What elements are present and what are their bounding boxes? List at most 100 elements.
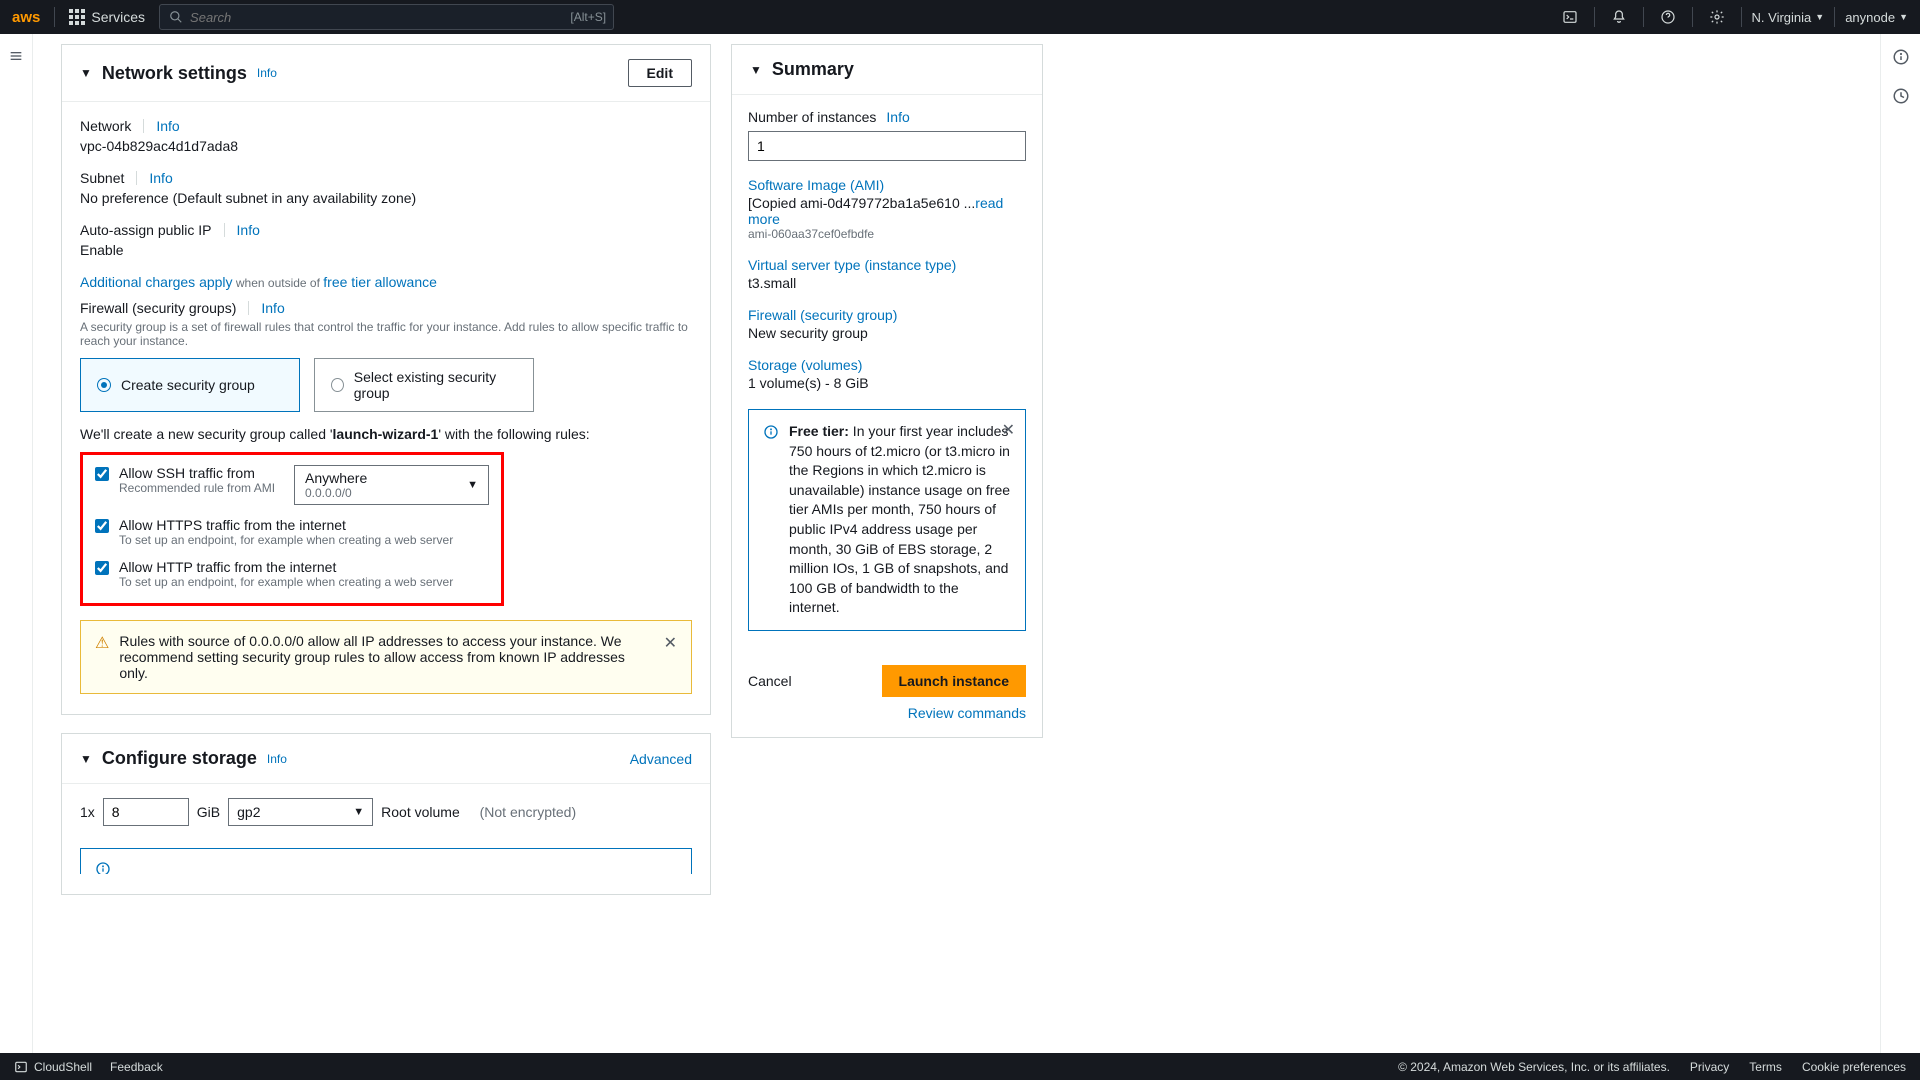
services-menu[interactable]: Services xyxy=(69,9,145,25)
freetier-text: In your first year includes 750 hours of… xyxy=(789,423,1010,615)
info-rail-icon[interactable] xyxy=(1892,48,1910,69)
search-shortcut: [Alt+S] xyxy=(570,10,606,24)
cancel-button[interactable]: Cancel xyxy=(748,673,792,689)
privacy-link[interactable]: Privacy xyxy=(1690,1060,1729,1074)
radio-select-label: Select existing security group xyxy=(354,369,517,401)
cookie-preferences-link[interactable]: Cookie preferences xyxy=(1802,1060,1906,1074)
network-value: vpc-04b829ac4d1d7ada8 xyxy=(80,138,692,154)
info-icon xyxy=(95,861,111,874)
info-link[interactable]: Info xyxy=(267,752,287,766)
num-instances-input[interactable] xyxy=(748,131,1026,161)
storage-size-input[interactable] xyxy=(103,798,189,826)
cloudshell-icon[interactable] xyxy=(1556,3,1584,31)
instance-type-heading[interactable]: Virtual server type (instance type) xyxy=(748,257,1026,273)
allow-https-sub: To set up an endpoint, for example when … xyxy=(119,533,453,547)
aws-logo[interactable]: aws xyxy=(12,9,40,26)
help-icon[interactable] xyxy=(1654,3,1682,31)
collapse-icon[interactable]: ▼ xyxy=(80,66,92,80)
volume-type-value: gp2 xyxy=(237,804,260,820)
nav-divider xyxy=(54,7,55,27)
launch-instance-button[interactable]: Launch instance xyxy=(882,665,1026,697)
open-cidr-warning: ⚠ Rules with source of 0.0.0.0/0 allow a… xyxy=(80,620,692,694)
nav-divider xyxy=(1741,7,1742,27)
panel-title: Configure storage xyxy=(102,748,257,769)
ssh-source-select[interactable]: Anywhere 0.0.0.0/0 ▼ xyxy=(294,465,489,505)
panel-title: Summary xyxy=(772,59,854,80)
caret-down-icon: ▼ xyxy=(1815,12,1824,22)
edit-button[interactable]: Edit xyxy=(628,59,692,87)
notifications-icon[interactable] xyxy=(1605,3,1633,31)
firewall-label: Firewall (security groups) xyxy=(80,300,236,316)
ssh-source-value: Anywhere xyxy=(305,470,478,486)
collapse-icon[interactable]: ▼ xyxy=(80,752,92,766)
rules-highlight-box: Allow SSH traffic from Recommended rule … xyxy=(80,452,504,606)
subnet-value: No preference (Default subnet in any ava… xyxy=(80,190,692,206)
radio-icon xyxy=(97,378,111,392)
account-menu[interactable]: anynode ▼ xyxy=(1845,10,1908,25)
search-icon xyxy=(169,10,183,24)
settings-icon[interactable] xyxy=(1703,3,1731,31)
info-link[interactable]: Info xyxy=(237,222,260,238)
storage-qty: 1x xyxy=(80,804,95,820)
nav-divider xyxy=(1594,7,1595,27)
warning-icon: ⚠ xyxy=(95,633,109,681)
region-selector[interactable]: N. Virginia ▼ xyxy=(1752,10,1825,25)
close-icon[interactable]: ✕ xyxy=(1002,420,1015,440)
allow-http-checkbox[interactable] xyxy=(95,561,109,575)
copyright: © 2024, Amazon Web Services, Inc. or its… xyxy=(1398,1060,1670,1074)
collapse-icon[interactable]: ▼ xyxy=(750,63,762,77)
subnet-label: Subnet xyxy=(80,170,124,186)
charges-mid: when outside of xyxy=(233,276,324,290)
additional-charges-link[interactable]: Additional charges apply xyxy=(80,274,233,290)
footer: CloudShell Feedback © 2024, Amazon Web S… xyxy=(0,1053,1920,1080)
storage-heading[interactable]: Storage (volumes) xyxy=(748,357,1026,373)
services-label: Services xyxy=(91,9,145,25)
warning-text: Rules with source of 0.0.0.0/0 allow all… xyxy=(119,633,653,681)
ami-line: [Copied ami-0d479772ba1a5e610 ... xyxy=(748,195,975,211)
allow-ssh-checkbox[interactable] xyxy=(95,467,109,481)
info-link[interactable]: Info xyxy=(886,109,909,125)
ami-heading[interactable]: Software Image (AMI) xyxy=(748,177,1026,193)
cloudshell-link[interactable]: CloudShell xyxy=(14,1060,92,1074)
right-rail xyxy=(1880,34,1920,1053)
radio-select-sg[interactable]: Select existing security group xyxy=(314,358,534,412)
advanced-link[interactable]: Advanced xyxy=(630,751,692,767)
freetier-info-box: Free tier: In your first year includes 7… xyxy=(748,409,1026,631)
region-label: N. Virginia xyxy=(1752,10,1812,25)
review-commands-link[interactable]: Review commands xyxy=(908,705,1026,721)
ami-id: ami-060aa37cef0efbdfe xyxy=(748,227,1026,241)
freetier-link[interactable]: free tier allowance xyxy=(323,274,437,290)
sg-sentence: We'll create a new security group called… xyxy=(80,426,692,442)
network-settings-panel: ▼ Network settings Info Edit Network Inf… xyxy=(61,44,711,715)
panel-title: Network settings xyxy=(102,63,247,84)
info-link[interactable]: Info xyxy=(257,66,277,80)
menu-icon[interactable] xyxy=(8,48,24,1053)
num-instances-label: Number of instances xyxy=(748,109,876,125)
volume-type-select[interactable]: gp2 ▼ xyxy=(228,798,373,826)
allow-https-checkbox[interactable] xyxy=(95,519,109,533)
info-link[interactable]: Info xyxy=(156,118,179,134)
network-label: Network xyxy=(80,118,131,134)
search-input[interactable] xyxy=(159,4,614,30)
instance-type-value: t3.small xyxy=(748,275,1026,291)
allow-ssh-sub: Recommended rule from AMI xyxy=(119,481,275,495)
info-icon xyxy=(763,424,779,440)
close-icon[interactable]: ✕ xyxy=(664,633,677,681)
feedback-link[interactable]: Feedback xyxy=(110,1060,163,1074)
storage-unit: GiB xyxy=(197,804,220,820)
nav-divider xyxy=(1834,7,1835,27)
left-rail xyxy=(0,34,33,1053)
caret-down-icon: ▼ xyxy=(353,806,364,818)
info-link[interactable]: Info xyxy=(261,300,284,316)
storage-value: 1 volume(s) - 8 GiB xyxy=(748,375,1026,391)
account-label: anynode xyxy=(1845,10,1895,25)
radio-create-sg[interactable]: Create security group xyxy=(80,358,300,412)
configure-storage-panel: ▼ Configure storage Info Advanced 1x GiB… xyxy=(61,733,711,895)
radio-icon xyxy=(331,378,344,392)
terms-link[interactable]: Terms xyxy=(1749,1060,1782,1074)
allow-https-title: Allow HTTPS traffic from the internet xyxy=(119,517,453,533)
info-link[interactable]: Info xyxy=(149,170,172,186)
firewall-heading[interactable]: Firewall (security group) xyxy=(748,307,1026,323)
autoip-value: Enable xyxy=(80,242,692,258)
history-rail-icon[interactable] xyxy=(1892,87,1910,108)
